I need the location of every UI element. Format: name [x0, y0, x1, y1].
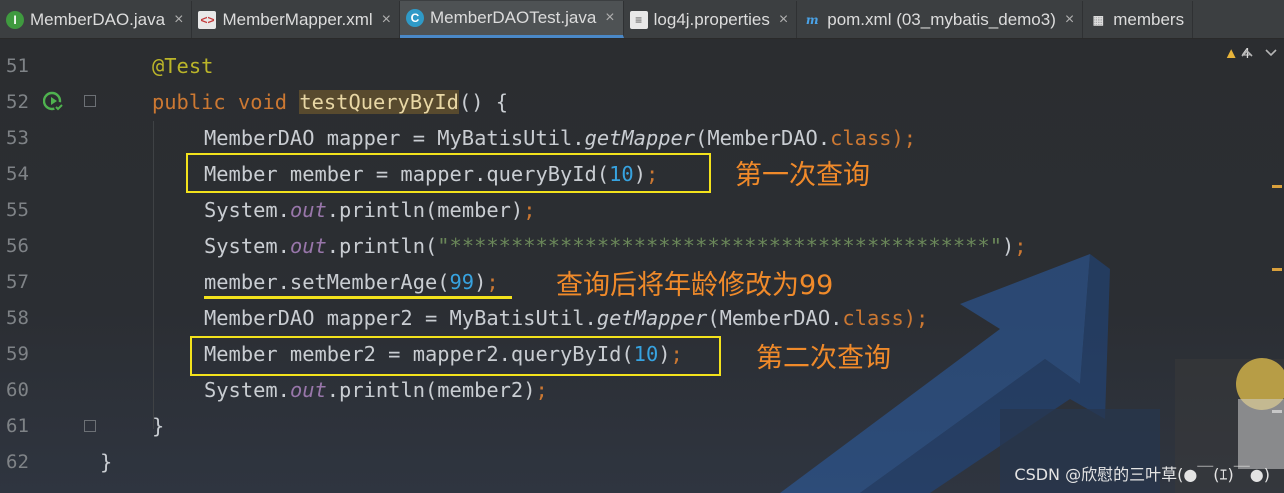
editor-tab-bar: I MemberDAO.java × <> MemberMapper.xml ×… [0, 0, 1284, 39]
line-number: 58 [6, 307, 29, 329]
code-line-61[interactable]: 61 } [0, 408, 1284, 444]
annotation-second-query: 第二次查询 [756, 343, 891, 374]
test-class-icon: C [406, 9, 425, 27]
tab-label: log4j.properties [653, 9, 770, 29]
code-line-56[interactable]: 56 System.out.println("*****************… [0, 228, 1284, 264]
annotation-first-query: 第一次查询 [735, 160, 870, 191]
close-icon[interactable]: × [605, 9, 614, 27]
warning-icon: ▲ [1223, 45, 1239, 62]
code-line-53[interactable]: 53 MemberDAO mapper = MyBatisUtil.getMap… [0, 120, 1284, 156]
line-number: 53 [6, 127, 29, 149]
properties-file-icon: ≡ [629, 10, 648, 29]
code-editor[interactable]: 51 @Test 52 public void testQueryById() … [0, 39, 1284, 493]
maven-icon: m [805, 12, 819, 27]
highlight-underline-modify [204, 296, 512, 299]
keyword: public [152, 90, 226, 114]
tab-memberdao-java[interactable]: I MemberDAO.java × [0, 1, 193, 38]
code-statement: System.out.println(member2); [204, 378, 548, 402]
scrollbar-marker[interactable] [1272, 410, 1282, 413]
code-line-51[interactable]: 51 @Test [0, 48, 1284, 84]
line-number: 60 [6, 379, 29, 401]
fold-toggle-icon[interactable] [84, 95, 96, 107]
line-number: 61 [6, 415, 29, 437]
code-statement: MemberDAO mapper2 = MyBatisUtil.getMappe… [204, 306, 929, 330]
interface-icon: I [6, 10, 24, 29]
tab-label: members [1113, 9, 1185, 29]
tab-memberdaotest-java[interactable]: C MemberDAOTest.java × [400, 1, 624, 38]
method-name: testQueryById [299, 90, 459, 114]
tab-pom-xml[interactable]: m pom.xml (03_mybatis_demo3) × [797, 1, 1084, 38]
scrollbar-marker[interactable] [1272, 185, 1282, 188]
code-statement: System.out.println("********************… [204, 234, 1027, 258]
tab-membermapper-xml[interactable]: <> MemberMapper.xml × [192, 1, 401, 38]
code-statement: System.out.println(member); [204, 198, 536, 222]
tab-label: MemberDAO.java [30, 9, 166, 29]
close-icon[interactable]: × [1065, 11, 1074, 29]
line-number: 55 [6, 199, 29, 221]
close-icon[interactable]: × [174, 11, 183, 29]
close-icon[interactable]: × [779, 11, 788, 29]
tab-label: pom.xml (03_mybatis_demo3) [827, 9, 1056, 29]
line-number: 59 [6, 343, 29, 365]
line-number: 51 [6, 55, 29, 77]
fold-toggle-icon[interactable] [84, 420, 96, 432]
tab-members-table[interactable]: ▦ members [1083, 1, 1194, 38]
highlight-box-first-query [186, 153, 711, 193]
scrollbar-marker[interactable] [1272, 268, 1282, 271]
code-statement: member.setMemberAge(99); [204, 270, 499, 294]
annotation-modify-age: 查询后将年龄修改为99 [556, 270, 834, 301]
closing-brace: } [100, 450, 113, 474]
line-number: 52 [6, 91, 29, 113]
table-icon: ▦ [1092, 12, 1104, 27]
highlight-box-second-query [190, 336, 721, 376]
tab-label: MemberDAOTest.java [430, 8, 597, 27]
method-signature: public void testQueryById() { [152, 84, 508, 120]
code-line-52[interactable]: 52 public void testQueryById() { [0, 84, 1284, 120]
keyword: void [237, 90, 288, 114]
closing-brace: } [152, 414, 165, 438]
chevron-up-icon[interactable] [1241, 48, 1253, 58]
code-text: () { [458, 90, 509, 114]
test-annotation: @Test [152, 54, 214, 78]
code-statement: MemberDAO mapper = MyBatisUtil.getMapper… [204, 126, 917, 150]
chevron-down-icon[interactable] [1265, 48, 1277, 58]
line-number: 57 [6, 271, 29, 293]
tab-log4j-properties[interactable]: ≡ log4j.properties × [624, 1, 798, 38]
code-line-58[interactable]: 58 MemberDAO mapper2 = MyBatisUtil.getMa… [0, 300, 1284, 336]
run-test-icon[interactable] [43, 91, 65, 113]
close-icon[interactable]: × [382, 11, 391, 29]
watermark: CSDN @欣慰的三叶草(●￣(ｴ)￣●) [1014, 465, 1270, 484]
line-number: 54 [6, 163, 29, 185]
line-number: 56 [6, 235, 29, 257]
line-number: 62 [6, 451, 29, 473]
tab-label: MemberMapper.xml [222, 9, 373, 29]
code-line-55[interactable]: 55 System.out.println(member); [0, 192, 1284, 228]
code-line-60[interactable]: 60 System.out.println(member2); [0, 372, 1284, 408]
xml-file-icon: <> [198, 10, 217, 29]
